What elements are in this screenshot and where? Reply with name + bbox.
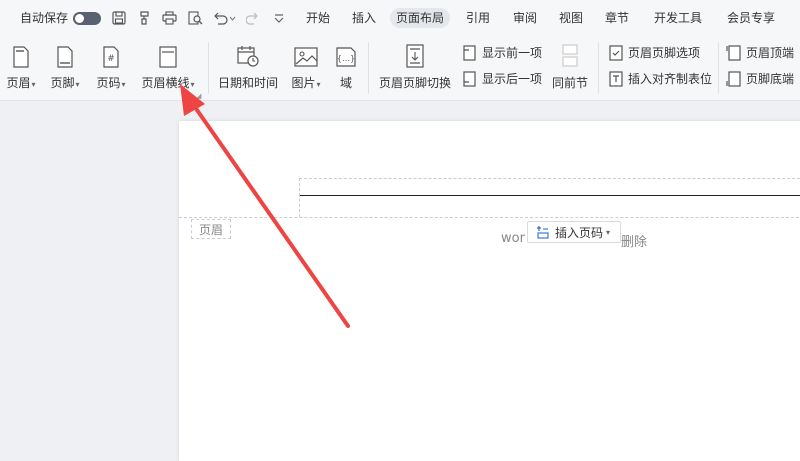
redo-icon[interactable] [244,9,262,27]
page-number-button[interactable]: # 页码▾ [92,42,130,91]
header-line-icon [159,46,177,68]
header-text: wor [501,231,525,246]
header-icon [13,46,29,68]
page-number-icon: # [103,46,119,68]
customize-quickbar-icon[interactable] [270,9,288,27]
field-button[interactable]: {…} 域 [332,42,360,91]
field-icon: {…} [336,47,356,67]
footer-bottom-icon [726,70,741,87]
show-previous-icon [463,44,476,61]
switch-icon [406,44,424,68]
header-area[interactable] [299,178,800,217]
ribbon-separator [718,42,719,94]
header-footer-switch-button[interactable]: 页眉页脚切换 [376,42,454,91]
align-tab-icon [609,70,623,87]
show-next-button[interactable]: 显示后一项 [462,70,542,87]
document-page[interactable]: 页眉 wor 插入页码 ▾ 删除 [179,121,800,461]
header-horizontal-line [300,195,800,196]
print-icon[interactable] [160,9,178,27]
tab-section[interactable]: 章节 [599,8,635,28]
picture-icon [294,47,318,67]
footer-bottom-distance-button[interactable]: 页脚底端 [726,70,794,87]
undo-icon[interactable] [210,9,238,27]
tab-member-exclusive[interactable]: 会员专享 [721,8,781,28]
tab-developer-tools[interactable]: 开发工具 [648,8,708,28]
footer-icon [57,46,73,68]
svg-text:{…}: {…} [337,54,355,63]
tab-view[interactable]: 视图 [553,8,589,28]
insert-align-tab-button[interactable]: 插入对齐制表位 [608,70,712,87]
date-time-button[interactable]: 日期和时间 [216,42,280,91]
format-painter-icon[interactable] [136,9,154,27]
tab-page-layout[interactable]: 页面布局 [390,8,451,28]
tab-review[interactable]: 审阅 [507,8,543,28]
autosave-toggle[interactable] [73,12,101,25]
chevron-down-icon: ▾ [606,227,611,237]
svg-text:#: # [107,54,115,64]
save-icon[interactable] [110,9,128,27]
options-icon [609,44,623,61]
ribbon-separator [368,42,369,94]
delete-header-button[interactable]: 删除 [621,231,647,250]
page-number-insert-icon [537,226,549,239]
header-button[interactable]: 页眉▾ [4,42,38,91]
title-bar: 自动保存 开始 插入 页面布局 引用 审阅 视图 章节 开发工具 会员专享 [0,0,800,36]
print-preview-icon[interactable] [186,9,204,27]
picture-button[interactable]: 图片▾ [286,42,326,91]
insert-page-number-button[interactable]: 插入页码 ▾ [527,221,621,243]
same-as-previous-button[interactable]: 同前节 [550,42,590,91]
calendar-clock-icon [237,46,259,67]
dialog-launcher-icon[interactable]: ◢ [196,92,201,100]
header-line-button[interactable]: 页眉横线▾ [136,42,200,91]
show-previous-button[interactable]: 显示前一项 [462,44,542,61]
header-boundary [179,217,800,218]
tab-insert[interactable]: 插入 [346,8,382,28]
same-as-previous-icon [562,44,578,67]
header-footer-options-button[interactable]: 页眉页脚选项 [608,44,700,61]
ribbon-separator [208,42,209,94]
header-top-icon [726,44,741,61]
tab-home[interactable]: 开始 [300,8,336,28]
ribbon-separator [598,42,599,94]
footer-button[interactable]: 页脚▾ [46,42,84,91]
autosave-label: 自动保存 [20,11,69,25]
show-next-icon [463,70,476,87]
header-tag: 页眉 [191,219,231,239]
tab-references[interactable]: 引用 [460,8,496,28]
header-top-distance-button[interactable]: 页眉顶端 [726,44,794,61]
